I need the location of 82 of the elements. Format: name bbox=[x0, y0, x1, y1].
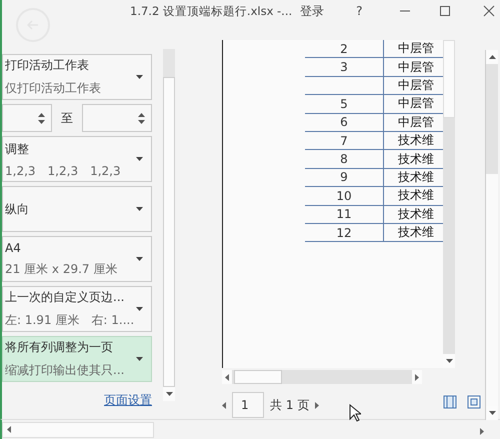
arrow-down-icon[interactable] bbox=[138, 120, 145, 124]
option-detail: 1,2,3 bbox=[90, 164, 121, 178]
dropdown[interactable]: 调整 1,2,3 1,2,3 1,2,3 bbox=[2, 136, 152, 182]
spin-field[interactable] bbox=[2, 104, 52, 132]
option-detail: 左: 1.91 厘米 bbox=[5, 312, 80, 329]
arrow-up-icon[interactable] bbox=[138, 112, 145, 116]
caret-icon bbox=[136, 357, 143, 361]
scrollbar-thumb[interactable] bbox=[443, 40, 455, 118]
table-cell-text: 技术维 bbox=[397, 132, 435, 150]
table-cell-text: 技术维 bbox=[397, 206, 435, 223]
dropdown[interactable]: A4 21 厘米 x 29.7 厘米 bbox=[2, 236, 152, 282]
table-cell-text: 中层管 bbox=[397, 76, 435, 94]
dropdown[interactable]: 上一次的自定义页边... 左: 1.91 厘米 右: 1.... bbox=[2, 286, 152, 332]
option-detail: 右: 1.... bbox=[91, 312, 134, 329]
arrow-right-icon[interactable] bbox=[480, 428, 484, 435]
scrollbar-thumb[interactable] bbox=[234, 370, 282, 384]
caret-icon bbox=[136, 207, 143, 211]
option-title: A4 bbox=[5, 240, 22, 254]
table-cell-text: 技术维 bbox=[397, 168, 435, 186]
table-cell: 10 bbox=[305, 187, 384, 205]
spin-field[interactable] bbox=[82, 104, 152, 132]
option-detail: 缩减打印输出使其只... bbox=[5, 362, 124, 379]
page-count: 共 1 页 bbox=[270, 396, 310, 414]
arrow-right-icon[interactable] bbox=[315, 402, 320, 408]
arrow-down-icon[interactable] bbox=[38, 120, 45, 124]
table-cell: 6 bbox=[305, 114, 384, 131]
cursor-icon bbox=[349, 404, 361, 422]
table-cell: 3 bbox=[305, 58, 384, 76]
table-cell: 2 bbox=[305, 40, 384, 58]
zoom-to-page-icon[interactable] bbox=[467, 395, 481, 409]
close-icon[interactable] bbox=[482, 5, 495, 17]
option-detail: 1,2,3 bbox=[5, 164, 36, 178]
table-cell-text: 技术维 bbox=[397, 150, 435, 168]
caret-icon bbox=[136, 307, 143, 311]
page-setup-link[interactable]: 页面设置 bbox=[104, 392, 152, 409]
table-cell-text: 中层管 bbox=[397, 40, 435, 58]
option-detail: 仅打印活动工作表 bbox=[5, 80, 101, 97]
table-cell-text: 中层管 bbox=[397, 114, 435, 131]
table-cell: 11 bbox=[305, 206, 384, 223]
table-cell-text: 技术维 bbox=[397, 187, 435, 204]
page-number-field[interactable]: 1 bbox=[232, 392, 264, 418]
arrow-left-icon[interactable] bbox=[7, 426, 11, 433]
arrow-down-icon[interactable] bbox=[166, 392, 172, 396]
caret-icon bbox=[136, 257, 143, 261]
horizontal-scrollbar[interactable] bbox=[222, 370, 422, 384]
option-title: 上一次的自定义页边... bbox=[5, 289, 126, 306]
window-title: 1.7.2 设置顶端标题行.xlsx -... bbox=[130, 4, 292, 18]
dropdown[interactable]: 纵向 bbox=[2, 186, 152, 232]
scrollbar[interactable] bbox=[485, 50, 498, 420]
arrow-left-icon[interactable] bbox=[225, 374, 229, 380]
dropdown[interactable]: 打印活动工作表 仅打印活动工作表 bbox=[2, 54, 152, 100]
sign-in-link[interactable]: 登录 bbox=[300, 2, 324, 20]
help-button[interactable]: ? bbox=[356, 4, 363, 18]
option-title: 调整 bbox=[5, 140, 30, 158]
range-label: 至 bbox=[60, 110, 74, 126]
option-title: 打印活动工作表 bbox=[5, 57, 90, 74]
arrow-down-icon[interactable] bbox=[446, 359, 452, 363]
dropdown[interactable]: 将所有列调整为一页 缩减打印输出使其只... bbox=[2, 336, 152, 382]
option-title: 纵向 bbox=[5, 200, 30, 218]
arrow-left-icon[interactable] bbox=[222, 402, 226, 408]
caret-icon bbox=[136, 75, 143, 79]
option-title: 将所有列调整为一页 bbox=[5, 339, 114, 356]
table-cell: 9 bbox=[305, 168, 384, 186]
table-cell: 5 bbox=[305, 95, 384, 113]
arrow-up-icon[interactable] bbox=[38, 112, 45, 116]
option-detail: 21 厘米 x 29.7 厘米 bbox=[5, 260, 118, 278]
table-cell: 12 bbox=[305, 224, 384, 242]
caret-icon bbox=[136, 157, 143, 161]
maximize-icon[interactable] bbox=[438, 5, 451, 17]
scrollbar-thumb[interactable] bbox=[486, 64, 498, 174]
option-detail: 1,2,3 bbox=[48, 164, 78, 178]
table-cell-text: 中层管 bbox=[397, 58, 435, 76]
table-cell-text: 技术维 bbox=[397, 224, 435, 242]
margins-icon[interactable] bbox=[443, 395, 457, 409]
arrow-up-icon[interactable] bbox=[488, 55, 496, 59]
arrow-down-icon[interactable] bbox=[488, 411, 496, 415]
arrow-right-icon[interactable] bbox=[415, 374, 419, 380]
table-cell: 8 bbox=[305, 150, 384, 168]
scrollbar[interactable] bbox=[443, 40, 455, 368]
horizontal-scrollbar[interactable] bbox=[2, 422, 154, 438]
table-cell: 7 bbox=[305, 132, 384, 150]
table-cell-text: 中层管 bbox=[397, 95, 435, 112]
